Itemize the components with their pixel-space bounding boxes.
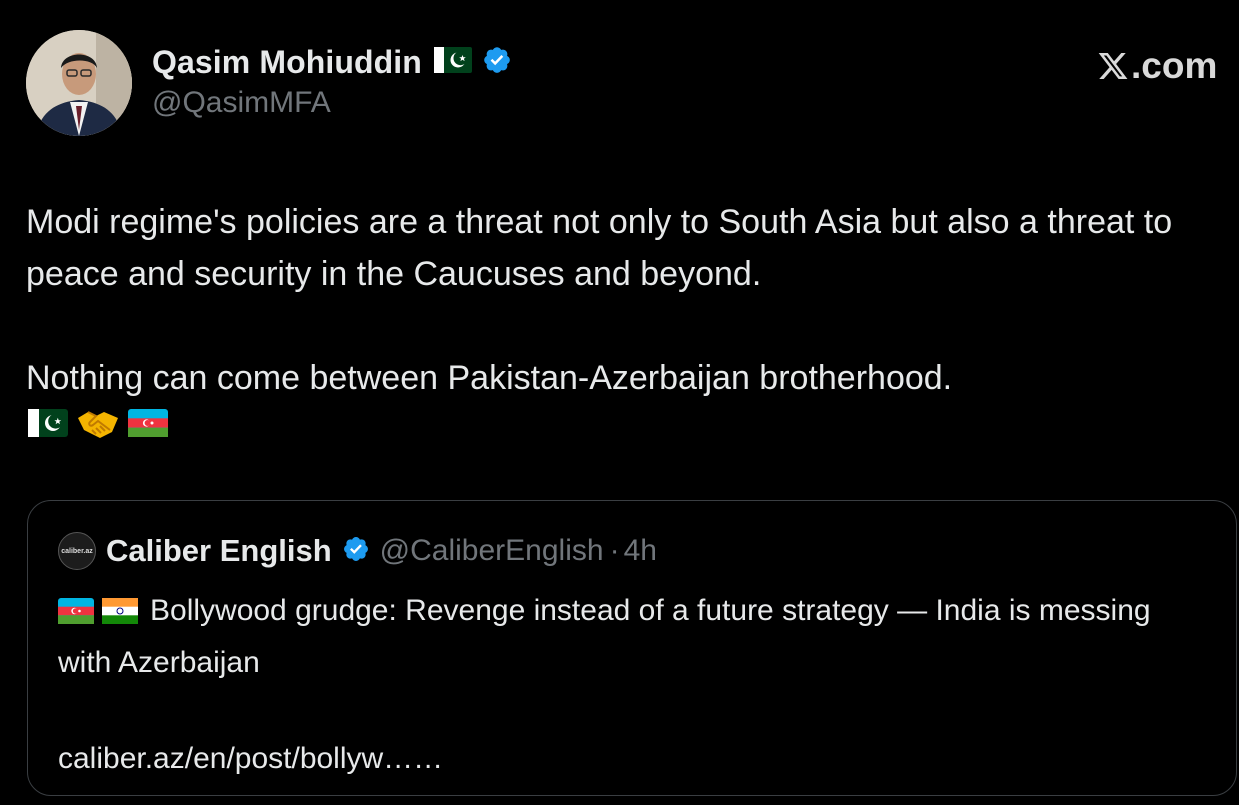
quoted-avatar-logo-text: caliber.az xyxy=(61,547,93,555)
brand-domain-text: .com xyxy=(1131,45,1218,86)
meta-separator: · xyxy=(609,534,620,567)
verified-badge-icon xyxy=(342,535,370,568)
quoted-author-avatar[interactable]: caliber.az xyxy=(58,532,96,570)
x-brand-logo: .com xyxy=(1097,44,1217,88)
tweet-emoji-row xyxy=(28,406,168,445)
author-display-name[interactable]: Qasim Mohiuddin xyxy=(152,44,422,81)
author-avatar[interactable] xyxy=(26,30,132,136)
x-logo-icon xyxy=(1097,50,1129,82)
handshake-icon xyxy=(76,406,120,445)
pakistan-flag-icon xyxy=(28,408,68,443)
pakistan-flag-icon xyxy=(433,46,472,78)
quoted-tweet-text-line: Bollywood grudge: Revenge instead of a f… xyxy=(58,587,1208,687)
tweet-paragraph: Nothing can come between Pakistan-Azerba… xyxy=(26,359,953,397)
tweet-paragraph: Modi regime's policies are a threat not … xyxy=(26,203,1173,293)
quoted-flags xyxy=(58,591,138,639)
quoted-tweet-card[interactable]: caliber.az Caliber English @CaliberEngli… xyxy=(27,500,1237,796)
author-name-row: Qasim Mohiuddin xyxy=(152,42,512,82)
quoted-author-handle[interactable]: @CaliberEnglish xyxy=(380,534,604,568)
tweet-text: Modi regime's policies are a threat not … xyxy=(26,196,1216,404)
azerbaijan-flag-icon xyxy=(128,408,168,443)
author-handle[interactable]: @QasimMFA xyxy=(152,86,331,120)
quoted-tweet-header: Caliber English @CaliberEnglish · 4h xyxy=(106,531,657,571)
quoted-author-display-name[interactable]: Caliber English xyxy=(106,533,332,569)
quoted-tweet-body: Bollywood grudge: Revenge instead of a f… xyxy=(58,587,1208,783)
india-flag-icon xyxy=(102,591,138,639)
azerbaijan-flag-icon xyxy=(58,591,94,639)
quoted-tweet-time[interactable]: 4h xyxy=(624,534,657,568)
quoted-tweet-text: Bollywood grudge: Revenge instead of a f… xyxy=(58,594,1151,679)
verified-badge-icon xyxy=(482,45,512,80)
quoted-tweet-link[interactable]: caliber.az/en/post/bollyw…… xyxy=(58,735,1208,783)
